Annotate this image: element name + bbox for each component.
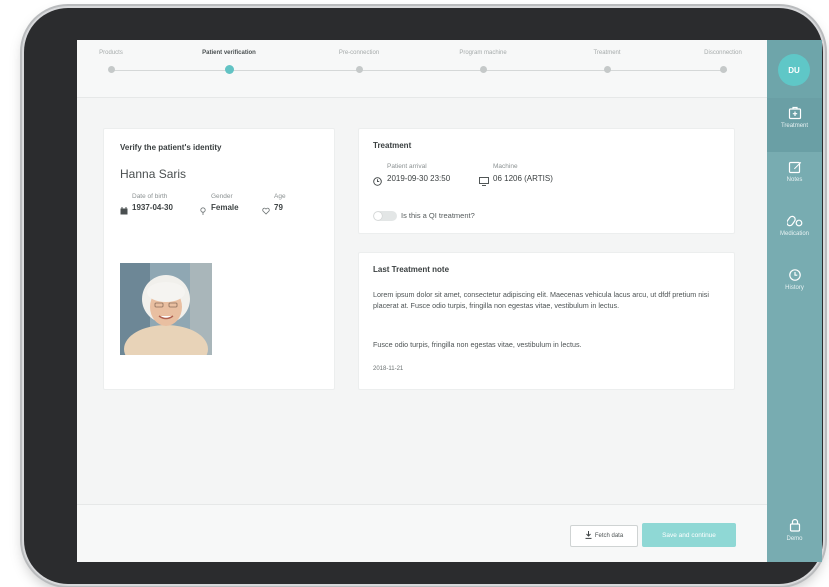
sidebar-item-label: History [785, 285, 804, 291]
step-label: Treatment [593, 50, 621, 56]
step-treatment[interactable]: Treatment [547, 48, 667, 88]
sidebar-item-medication[interactable]: Medication [767, 206, 822, 260]
download-icon [585, 531, 592, 541]
sidebar-item-label: Notes [786, 177, 803, 183]
treatment-card-title: Treatment [373, 141, 412, 150]
progress-stepper: Products Patient verification Pre-connec… [77, 40, 767, 98]
patient-photo [120, 263, 212, 355]
sidebar-item-treatment[interactable]: Treatment [767, 98, 822, 152]
step-label: Patient verification [202, 50, 256, 56]
age-label: Age [274, 193, 286, 200]
qi-treatment-toggle[interactable] [373, 211, 397, 221]
app-screen: Products Patient verification Pre-connec… [77, 40, 822, 562]
gender-icon [199, 202, 207, 220]
patient-arrival-label: Patient arrival [387, 163, 427, 170]
clock-icon [373, 173, 382, 191]
pills-icon [786, 215, 802, 227]
step-dot [604, 66, 611, 73]
identity-card: Verify the patient's identity Hanna Sari… [103, 128, 335, 390]
fetch-data-label: Fetch data [594, 533, 624, 539]
sidebar-item-notes[interactable]: Notes [767, 152, 822, 206]
save-and-continue-button[interactable]: Save and continue [642, 523, 736, 547]
monitor-icon [479, 173, 489, 191]
note-card-title: Last Treatment note [373, 265, 450, 274]
step-pre-connection[interactable]: Pre-connection [299, 48, 419, 88]
tablet-frame: Products Patient verification Pre-connec… [24, 8, 823, 584]
step-label: Products [99, 50, 123, 56]
sidebar-item-label: Treatment [780, 123, 809, 129]
gender-label: Gender [211, 193, 233, 200]
machine-value: 06 1206 (ARTIS) [493, 174, 553, 183]
step-dot [108, 66, 115, 73]
step-products[interactable]: Products [77, 48, 171, 88]
user-area: DU [767, 40, 822, 98]
fetch-data-button[interactable]: Fetch data [570, 525, 638, 547]
treatment-card: Treatment Patient arrival 2019-09-30 23:… [358, 128, 735, 234]
age-value: 79 [274, 203, 283, 212]
edit-note-icon [788, 161, 801, 174]
dob-value: 1937-04-30 [132, 203, 173, 212]
step-dot-active [225, 65, 234, 74]
note-date: 2018-11-21 [373, 366, 404, 372]
plus-box-icon [788, 106, 801, 120]
step-dot [480, 66, 487, 73]
step-disconnection[interactable]: Disconnection [663, 48, 783, 88]
step-label: Pre-connection [338, 50, 380, 56]
history-icon [788, 269, 801, 281]
step-program-machine[interactable]: Program machine [423, 48, 543, 88]
step-dot [720, 66, 727, 73]
sidebar-item-history[interactable]: History [767, 260, 822, 314]
step-label: Program machine [459, 50, 507, 56]
identity-card-title: Verify the patient's identity [120, 143, 222, 152]
last-treatment-note-card: Last Treatment note Lorem ipsum dolor si… [358, 252, 735, 390]
lock-icon [789, 518, 800, 532]
footer-bar: Fetch data Save and continue [77, 504, 767, 562]
patient-arrival-value: 2019-09-30 23:50 [387, 174, 451, 183]
dob-label: Date of birth [132, 193, 168, 200]
note-paragraph: Fusce odio turpis, fringilla non egestas… [373, 340, 582, 349]
gender-value: Female [211, 203, 239, 212]
avatar[interactable]: DU [778, 54, 810, 86]
heart-icon [262, 202, 270, 220]
qi-treatment-label: Is this a QI treatment? [401, 211, 475, 220]
step-patient-verification[interactable]: Patient verification [169, 48, 289, 88]
sidebar-item-label: Demo [786, 536, 803, 542]
calendar-icon [120, 202, 128, 220]
right-sidebar: DU Treatment Notes Medication History De… [767, 40, 822, 562]
step-dot [356, 66, 363, 73]
sidebar-item-label: Medication [779, 231, 809, 237]
step-label: Disconnection [704, 50, 742, 56]
machine-label: Machine [493, 163, 518, 170]
note-paragraph: Lorem ipsum dolor sit amet, consectetur … [373, 290, 709, 310]
patient-name: Hanna Saris [120, 167, 187, 181]
sidebar-item-demo[interactable]: Demo [767, 504, 822, 562]
